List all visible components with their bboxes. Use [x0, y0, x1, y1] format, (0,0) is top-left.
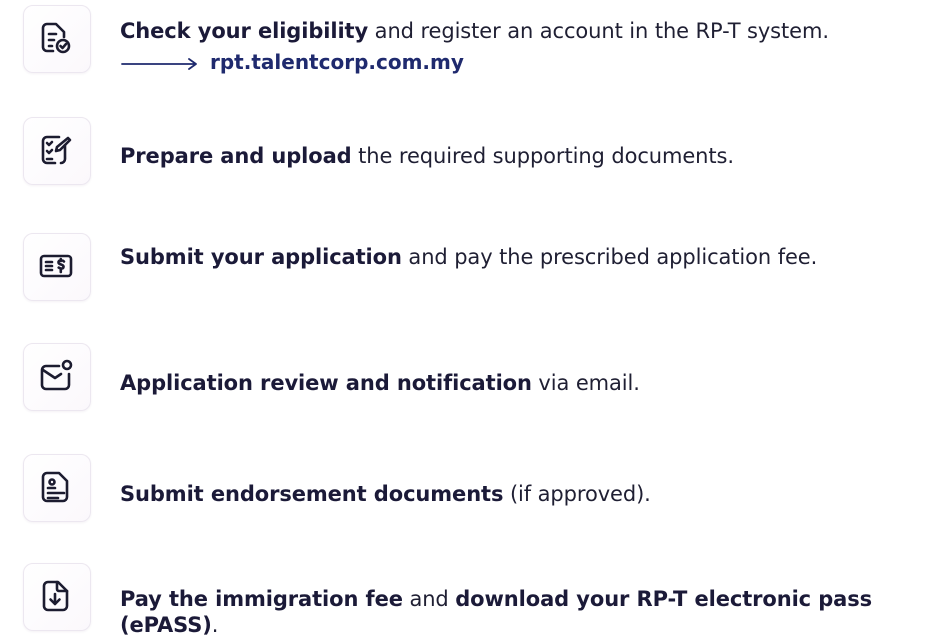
step-5-icon-box: [23, 454, 91, 522]
step-5-text: Submit endorsement documents (if approve…: [120, 481, 920, 507]
arrow-right-icon: [121, 57, 197, 70]
mail-notification-icon: [40, 359, 73, 391]
step-5-rest: (if approved).: [503, 482, 651, 506]
step-2-text: Prepare and upload the required supporti…: [120, 143, 920, 169]
step-6-end: .: [211, 613, 219, 637]
step-4-icon-box: [23, 343, 91, 411]
step-5-bold: Submit endorsement documents: [120, 482, 504, 506]
step-3-text: Submit your application and pay the pres…: [120, 244, 900, 270]
step-2-bold: Prepare and upload: [120, 144, 352, 168]
step-1-icon-box: [23, 5, 91, 73]
step-1-link-row: rpt.talentcorp.com.my: [120, 50, 464, 74]
step-6-icon-box: [23, 563, 91, 631]
step-3-rest: and pay the prescribed application fee.: [401, 245, 818, 269]
step-4-bold: Application review and notification: [120, 371, 532, 395]
checklist-edit-icon: [41, 135, 72, 165]
step-6-text: Pay the immigration fee and download you…: [120, 586, 900, 638]
step-4-rest: via email.: [531, 371, 640, 395]
document-check-icon: [41, 22, 71, 54]
step-6-mid: and: [402, 587, 456, 611]
step-1-text: Check your eligibility and register an a…: [120, 18, 920, 44]
step-3-bold: Submit your application: [120, 245, 402, 269]
eligibility-link[interactable]: rpt.talentcorp.com.my: [210, 50, 464, 74]
profile-document-icon: [41, 471, 69, 503]
step-1-rest: and register an account in the RP-T syst…: [368, 19, 829, 43]
step-2-icon-box: [23, 117, 91, 185]
step-6-bold: Pay the immigration fee: [120, 587, 403, 611]
step-1-bold: Check your eligibility: [120, 19, 369, 43]
file-download-icon: [42, 580, 69, 612]
step-3-icon-box: [23, 233, 91, 301]
step-4-text: Application review and notification via …: [120, 370, 920, 396]
payment-icon: [39, 254, 73, 278]
step-2-rest: the required supporting documents.: [351, 144, 734, 168]
